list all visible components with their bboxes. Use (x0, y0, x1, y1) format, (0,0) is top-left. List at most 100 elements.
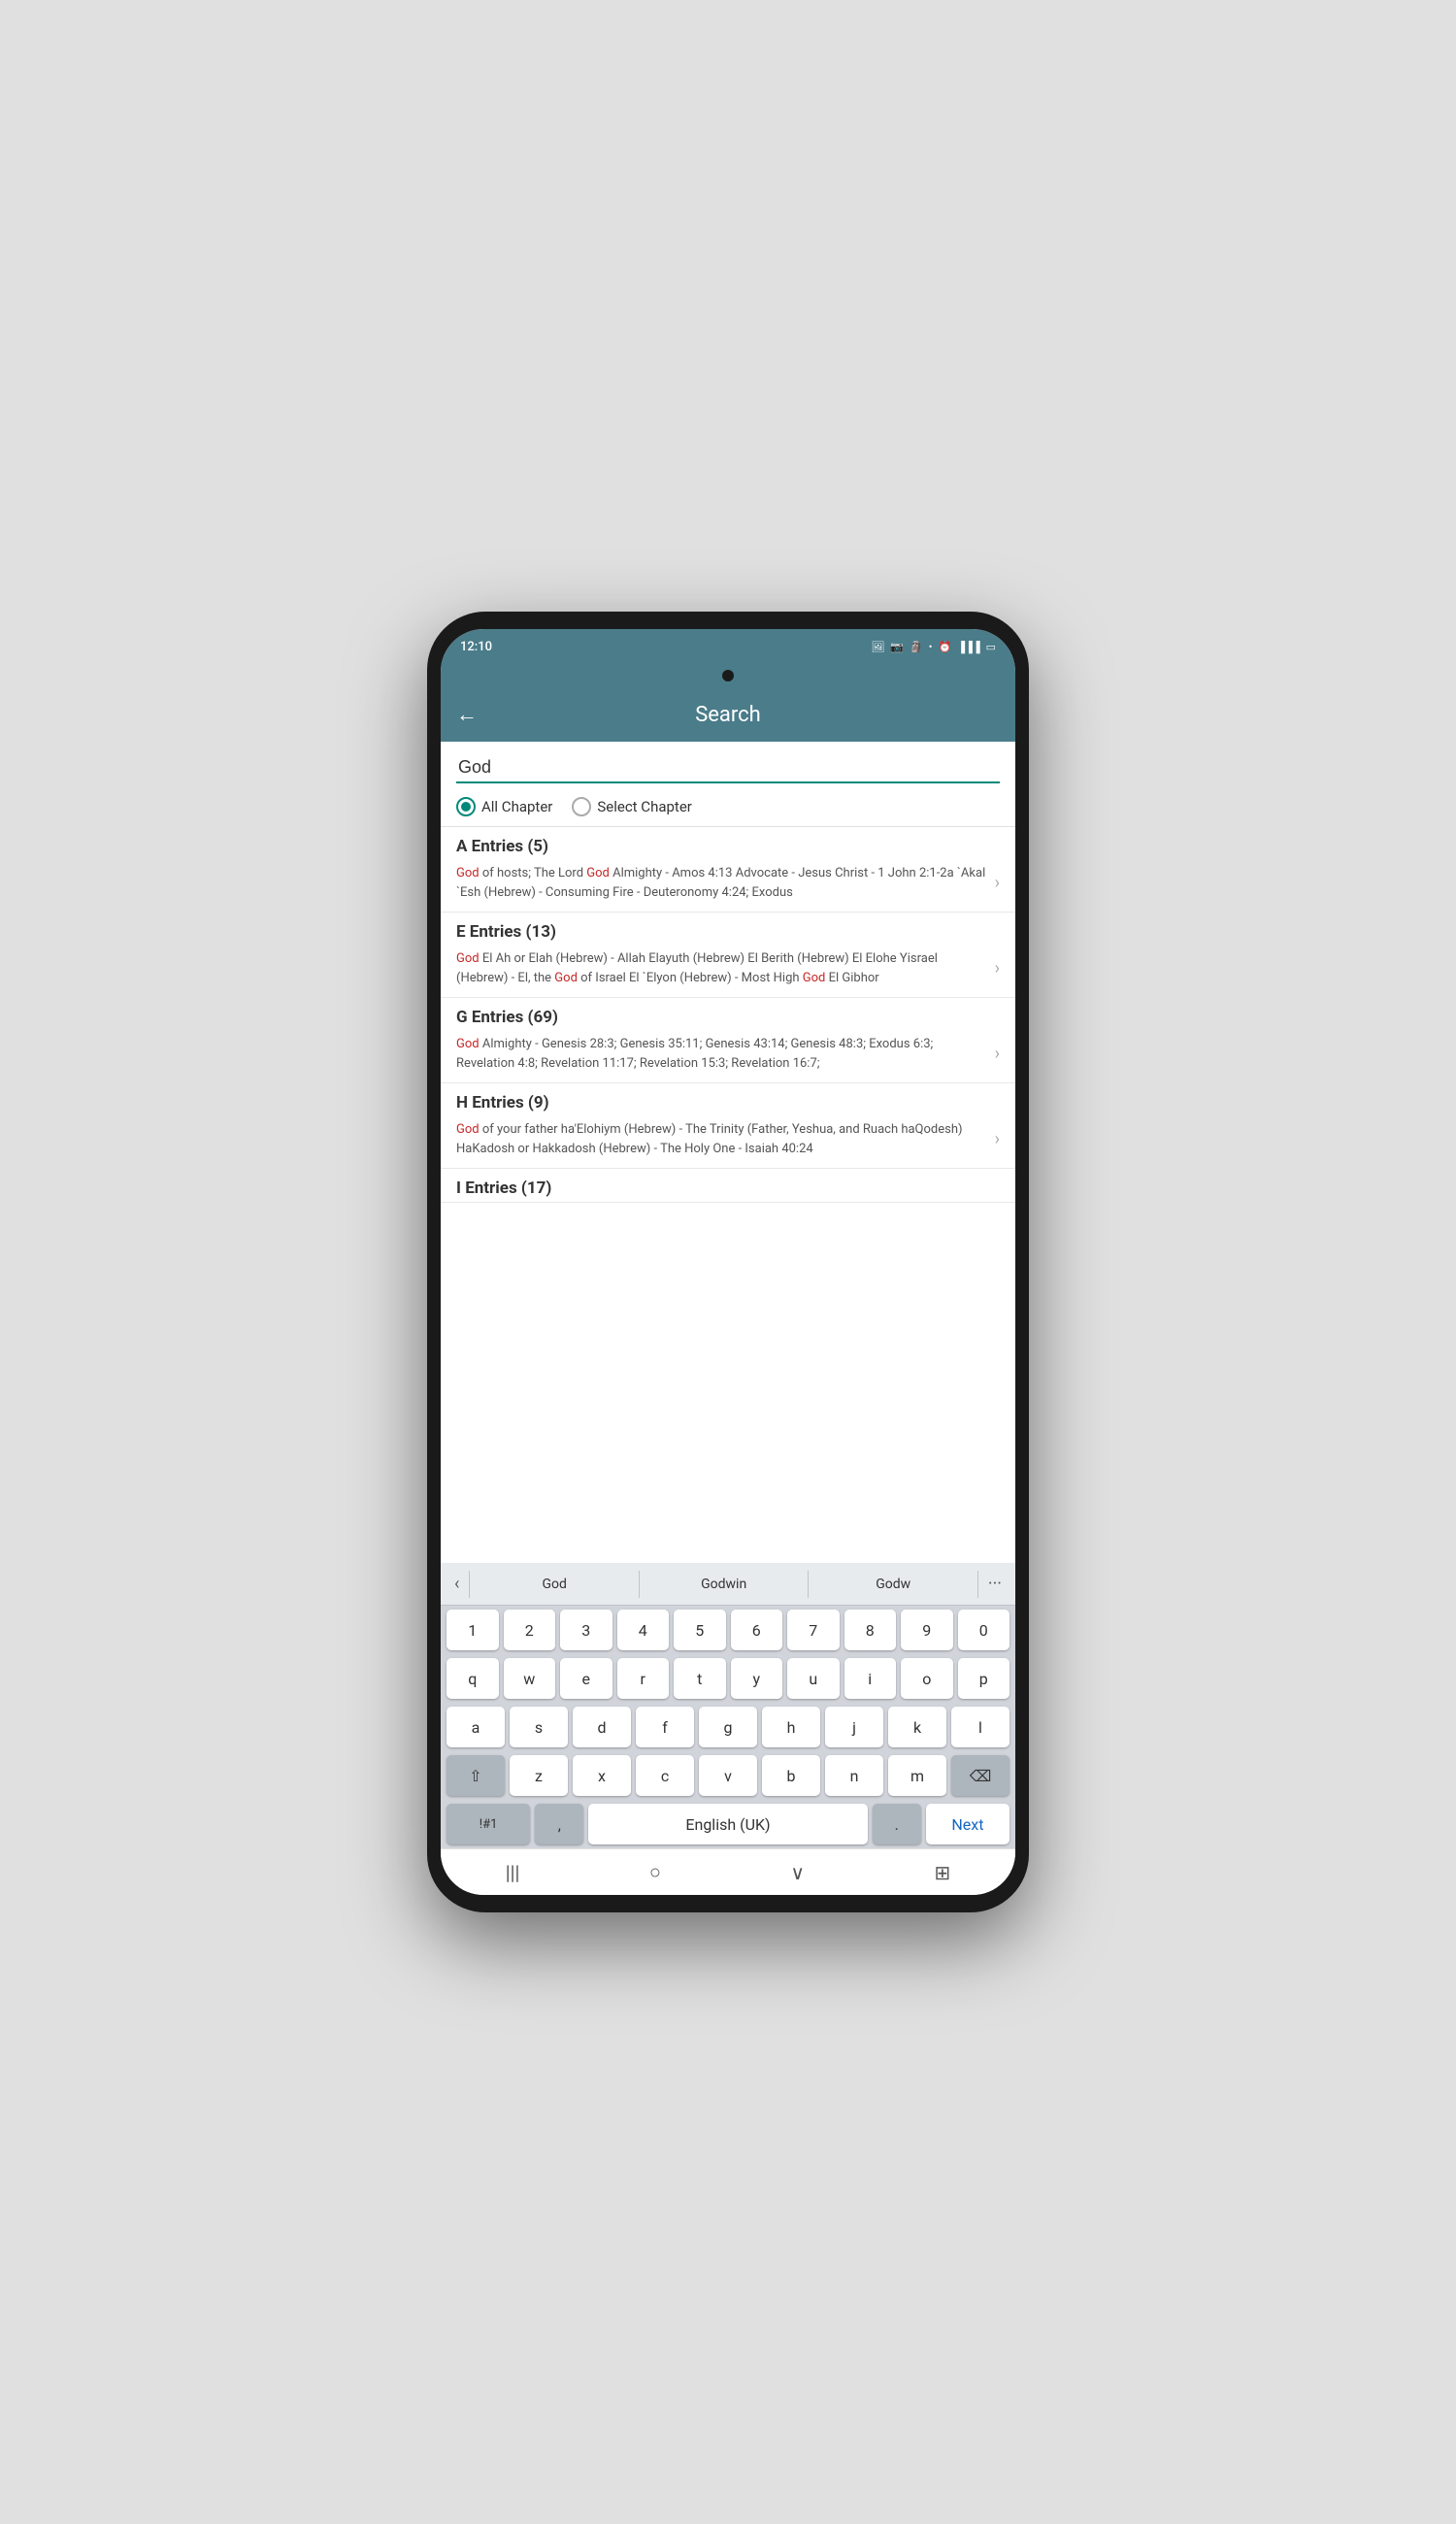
chevron-right-h: › (995, 1129, 1000, 1149)
suggestion-back-button[interactable]: ‹ (445, 1574, 469, 1594)
notch-bar (441, 664, 1015, 687)
highlight-god-e: God (456, 951, 480, 966)
key-k[interactable]: k (888, 1707, 946, 1747)
search-input[interactable] (456, 753, 1000, 783)
status-time: 12:10 (460, 640, 492, 654)
key-y[interactable]: y (731, 1658, 783, 1699)
back-button[interactable]: ← (456, 702, 478, 727)
key-6[interactable]: 6 (731, 1610, 783, 1650)
app-header: ← Search (441, 687, 1015, 742)
entry-group-a: A Entries (5) God of hosts; The Lord God… (441, 827, 1015, 913)
results-list: A Entries (5) God of hosts; The Lord God… (441, 827, 1015, 1563)
bottom-navigation: ||| ○ ∨ ⊞ (441, 1848, 1015, 1895)
radio-select-label: Select Chapter (597, 798, 692, 815)
key-comma[interactable]: , (535, 1804, 583, 1844)
status-bar: 12:10 🖼 📷 🗿 • ⏰ ▐▐▐ ▭ (441, 629, 1015, 664)
bottom-row: !#1 , English (UK) . Next (441, 1800, 1015, 1848)
phone-frame: 12:10 🖼 📷 🗿 • ⏰ ▐▐▐ ▭ ← Search (427, 612, 1029, 1912)
highlight-god-e3: God (803, 971, 826, 985)
cam-icon: 📷 (890, 641, 904, 653)
key-period[interactable]: . (873, 1804, 921, 1844)
key-s[interactable]: s (510, 1707, 568, 1747)
key-z[interactable]: z (510, 1755, 568, 1796)
key-g[interactable]: g (699, 1707, 757, 1747)
key-v[interactable]: v (699, 1755, 757, 1796)
status-icons: 🖼 📷 🗿 • ⏰ ▐▐▐ ▭ (871, 641, 996, 653)
key-c[interactable]: c (636, 1755, 694, 1796)
alarm-icon: ⏰ (939, 641, 952, 653)
key-f[interactable]: f (636, 1707, 694, 1747)
key-2[interactable]: 2 (504, 1610, 556, 1650)
chevron-right-a: › (995, 873, 1000, 893)
key-t[interactable]: t (674, 1658, 726, 1699)
key-r[interactable]: r (617, 1658, 670, 1699)
key-symbols[interactable]: !#1 (447, 1804, 530, 1844)
key-7[interactable]: 7 (787, 1610, 840, 1650)
radio-all-label: All Chapter (481, 798, 552, 815)
suggestions-row: ‹ God Godwin Godw ··· (441, 1563, 1015, 1606)
entry-text-e: God El Ah or Elah (Hebrew) - Allah Elayu… (456, 949, 987, 987)
key-b[interactable]: b (762, 1755, 820, 1796)
key-0[interactable]: 0 (958, 1610, 1010, 1650)
suggestion-godwin[interactable]: Godwin (640, 1573, 809, 1596)
number-row: 1 2 3 4 5 6 7 8 9 0 (441, 1606, 1015, 1654)
key-shift[interactable]: ⇧ (447, 1755, 505, 1796)
key-p[interactable]: p (958, 1658, 1010, 1699)
key-4[interactable]: 4 (617, 1610, 670, 1650)
key-space[interactable]: English (UK) (588, 1804, 867, 1844)
highlight-god-a: God (456, 866, 480, 880)
key-9[interactable]: 9 (901, 1610, 953, 1650)
key-backspace[interactable]: ⌫ (951, 1755, 1009, 1796)
bitmoji-icon: 🗿 (910, 641, 923, 653)
suggestion-godw[interactable]: Godw (809, 1573, 977, 1596)
key-x[interactable]: x (573, 1755, 631, 1796)
suggestion-god[interactable]: God (470, 1573, 639, 1596)
suggestion-more-button[interactable]: ··· (978, 1574, 1011, 1594)
key-o[interactable]: o (901, 1658, 953, 1699)
key-j[interactable]: j (825, 1707, 883, 1747)
entry-row-h[interactable]: God of your father ha'Elohiym (Hebrew) -… (441, 1116, 1015, 1168)
nav-back[interactable]: ∨ (790, 1861, 805, 1884)
key-8[interactable]: 8 (844, 1610, 897, 1650)
radio-group: All Chapter Select Chapter (441, 787, 1015, 827)
battery-icon: ▭ (986, 641, 996, 653)
dot-icon: • (929, 641, 933, 653)
key-d[interactable]: d (573, 1707, 631, 1747)
entry-text-h: God of your father ha'Elohiym (Hebrew) -… (456, 1120, 987, 1158)
key-i[interactable]: i (844, 1658, 897, 1699)
zxcv-row: ⇧ z x c v b n m ⌫ (441, 1751, 1015, 1800)
radio-select-chapter[interactable]: Select Chapter (572, 797, 692, 816)
key-5[interactable]: 5 (674, 1610, 726, 1650)
nav-home[interactable]: ○ (649, 1860, 661, 1884)
nav-keyboard[interactable]: ⊞ (934, 1861, 950, 1884)
entry-row-e[interactable]: God El Ah or Elah (Hebrew) - Allah Elayu… (441, 946, 1015, 997)
qwerty-row: q w e r t y u i o p (441, 1654, 1015, 1703)
keyboard-area: ‹ God Godwin Godw ··· 1 2 3 4 5 6 7 8 (441, 1563, 1015, 1848)
key-a[interactable]: a (447, 1707, 505, 1747)
camera-notch (722, 670, 734, 681)
key-l[interactable]: l (951, 1707, 1009, 1747)
nav-recent-apps[interactable]: ||| (506, 1861, 520, 1884)
key-q[interactable]: q (447, 1658, 499, 1699)
highlight-god-g: God (456, 1037, 480, 1051)
key-u[interactable]: u (787, 1658, 840, 1699)
key-3[interactable]: 3 (560, 1610, 612, 1650)
key-next[interactable]: Next (926, 1804, 1009, 1844)
entry-header-g: G Entries (69) (441, 998, 1015, 1031)
key-e[interactable]: e (560, 1658, 612, 1699)
key-1[interactable]: 1 (447, 1610, 499, 1650)
page-title: Search (493, 703, 963, 727)
radio-select-circle (572, 797, 591, 816)
radio-all-chapter[interactable]: All Chapter (456, 797, 552, 816)
entry-row-g[interactable]: God Almighty - Genesis 28:3; Genesis 35:… (441, 1031, 1015, 1082)
key-n[interactable]: n (825, 1755, 883, 1796)
entry-row-a[interactable]: God of hosts; The Lord God Almighty - Am… (441, 860, 1015, 912)
chevron-right-e: › (995, 958, 1000, 979)
phone-screen: 12:10 🖼 📷 🗿 • ⏰ ▐▐▐ ▭ ← Search (441, 629, 1015, 1895)
key-w[interactable]: w (504, 1658, 556, 1699)
key-m[interactable]: m (888, 1755, 946, 1796)
key-h[interactable]: h (762, 1707, 820, 1747)
radio-all-circle (456, 797, 476, 816)
signal-icon: ▐▐▐ (957, 641, 979, 653)
entry-group-i: I Entries (17) (441, 1169, 1015, 1203)
